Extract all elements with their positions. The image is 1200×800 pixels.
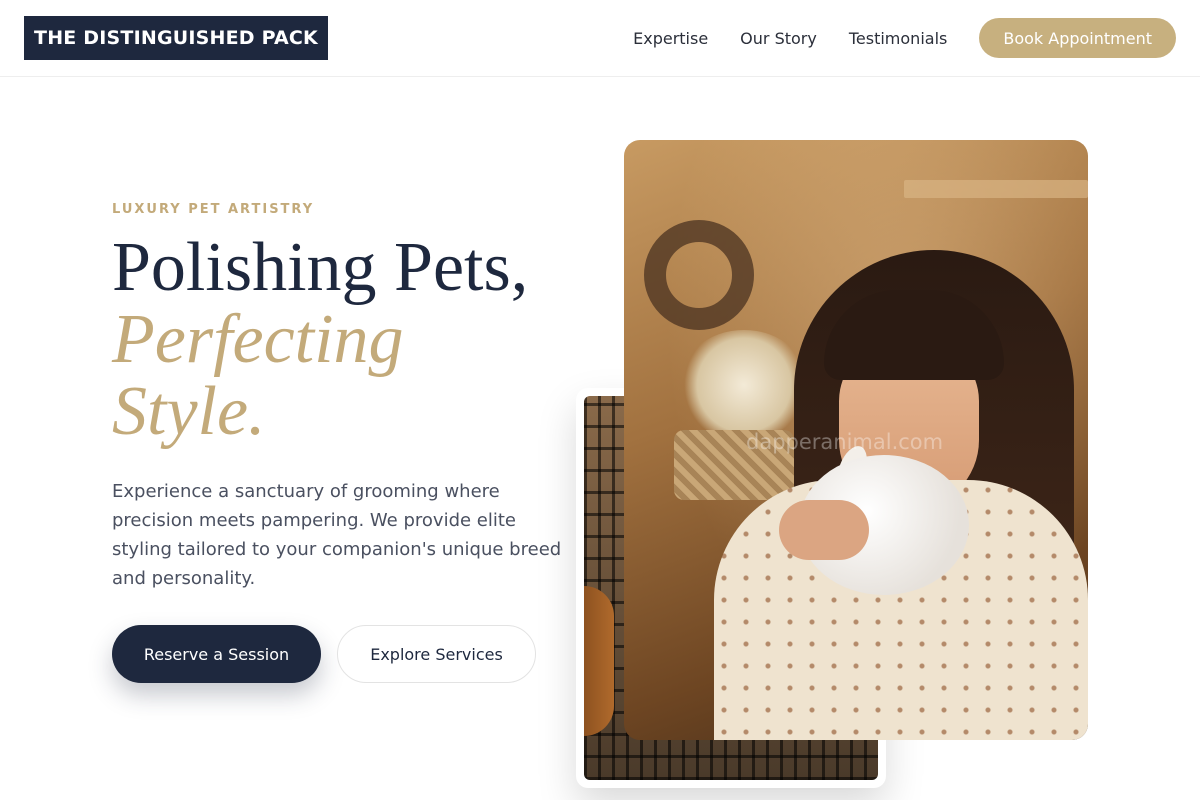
- brand-logo[interactable]: THE DISTINGUISHED PACK: [24, 16, 328, 60]
- nav-link-our-story[interactable]: Our Story: [740, 29, 817, 48]
- headline-line-2: Perfecting: [112, 301, 404, 378]
- headline-line-3: Style.: [112, 373, 266, 450]
- hand-shape: [779, 500, 869, 560]
- photo-watermark: dapperanimal.com: [746, 430, 944, 454]
- book-appointment-button[interactable]: Book Appointment: [979, 18, 1176, 58]
- headline-line-1: Polishing Pets,: [112, 229, 529, 306]
- hero-headline: Polishing Pets, Perfecting Style.: [112, 232, 582, 448]
- main-nav: Expertise Our Story Testimonials Book Ap…: [633, 18, 1176, 58]
- nav-link-testimonials[interactable]: Testimonials: [849, 29, 948, 48]
- wreath-shape: [644, 220, 754, 330]
- site-header: THE DISTINGUISHED PACK Expertise Our Sto…: [0, 0, 1200, 77]
- flowers-shape: [679, 330, 809, 440]
- nav-link-expertise[interactable]: Expertise: [633, 29, 708, 48]
- shelf-shape: [904, 180, 1088, 198]
- hero-photo-woman-with-rabbit: dapperanimal.com: [624, 140, 1088, 740]
- explore-services-button[interactable]: Explore Services: [337, 625, 536, 683]
- reserve-session-button[interactable]: Reserve a Session: [112, 625, 321, 683]
- wooden-bowl-shape: [584, 586, 614, 736]
- hero-description: Experience a sanctuary of grooming where…: [112, 481, 562, 589]
- hero-eyebrow: LUXURY PET ARTISTRY: [112, 202, 315, 217]
